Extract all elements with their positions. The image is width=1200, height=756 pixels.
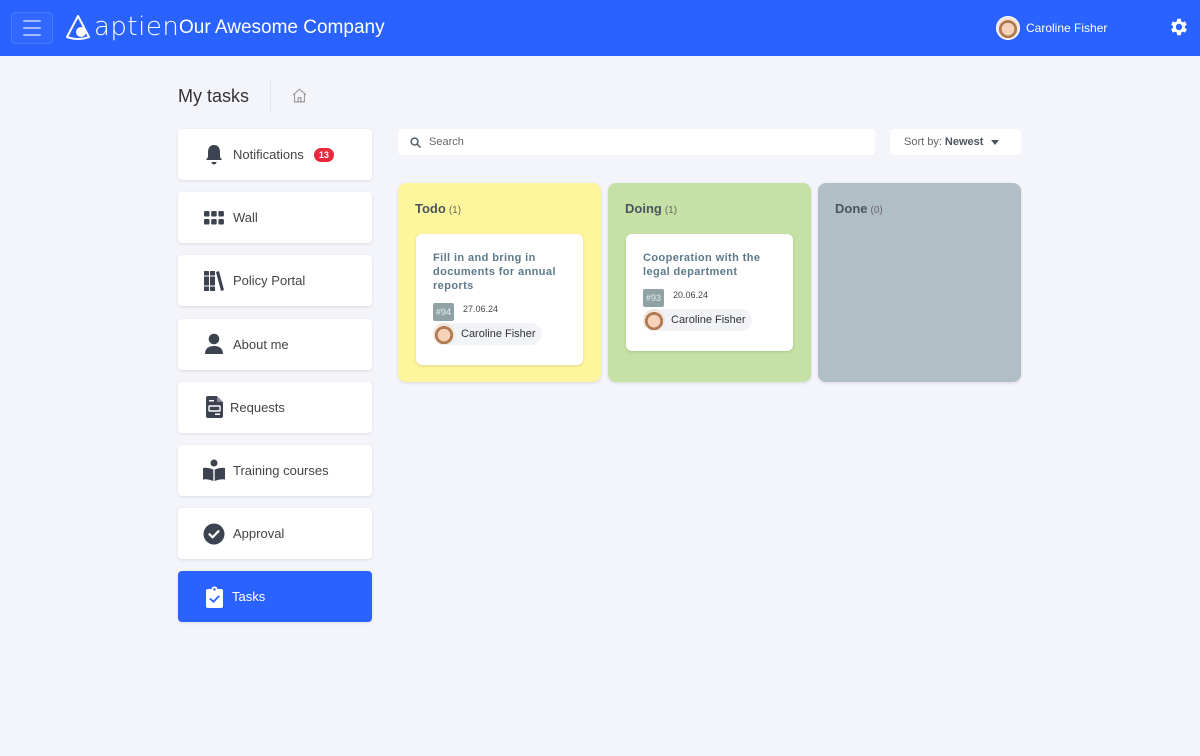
home-icon[interactable] bbox=[291, 87, 308, 104]
sidebar-item-about-me[interactable]: About me bbox=[178, 318, 372, 370]
company-name: Our Awesome Company bbox=[179, 17, 385, 38]
column-header: Todo (1) bbox=[415, 201, 461, 216]
logo-icon bbox=[66, 15, 90, 40]
column-header: Doing (1) bbox=[625, 201, 677, 216]
clipboard-check-icon bbox=[203, 586, 225, 608]
task-meta: #93 20.06.24 bbox=[643, 289, 776, 307]
assignee-avatar bbox=[643, 309, 665, 331]
column-count: (1) bbox=[664, 205, 678, 216]
menu-icon-line bbox=[23, 27, 41, 29]
menu-icon-line bbox=[23, 34, 41, 36]
sidebar-item-label: Approval bbox=[233, 526, 285, 542]
user-avatar bbox=[996, 16, 1020, 40]
column-title: Done bbox=[835, 201, 868, 216]
board-column-todo: Todo (1) Fill in and bring in documents f… bbox=[398, 183, 601, 382]
board-column-done: Done (0) bbox=[818, 183, 1021, 382]
reading-person-icon bbox=[203, 459, 225, 482]
task-id-badge: #93 bbox=[643, 289, 665, 307]
document-icon bbox=[203, 396, 225, 419]
sidebar-item-training-courses[interactable]: Training courses bbox=[178, 444, 372, 496]
gear-icon[interactable] bbox=[1168, 16, 1190, 38]
task-date: 27.06.24 bbox=[463, 304, 499, 314]
task-card[interactable]: Fill in and bring in documents for annua… bbox=[416, 234, 583, 365]
sidebar-item-label: Requests bbox=[230, 399, 285, 415]
top-bar: aptien Our Awesome Company Caroline Fish… bbox=[0, 0, 1200, 56]
sidebar-nav: Notifications 13 Wall Policy Portal Abou… bbox=[178, 129, 372, 635]
column-header: Done (0) bbox=[835, 201, 883, 216]
bell-icon bbox=[203, 144, 225, 166]
user-menu[interactable]: Caroline Fisher bbox=[996, 16, 1107, 40]
sidebar-item-label: Training courses bbox=[233, 462, 329, 478]
grid-icon bbox=[203, 207, 225, 229]
sidebar-item-label: Wall bbox=[233, 210, 258, 226]
assignee-avatar bbox=[433, 323, 455, 345]
board-column-doing: Doing (1) Cooperation with the legal depa… bbox=[608, 183, 811, 382]
hamburger-menu-button[interactable] bbox=[11, 12, 53, 44]
search-icon bbox=[410, 136, 421, 148]
assignee-name: Caroline Fisher bbox=[461, 328, 536, 340]
sidebar-item-label: Tasks bbox=[232, 589, 266, 605]
sidebar-item-notifications[interactable]: Notifications 13 bbox=[178, 129, 372, 180]
sidebar-item-label: Policy Portal bbox=[233, 273, 306, 289]
sidebar-item-approval[interactable]: Approval bbox=[178, 508, 372, 560]
task-title: Fill in and bring in documents for annua… bbox=[433, 252, 556, 292]
page-title: My tasks bbox=[178, 86, 250, 106]
logo[interactable]: aptien bbox=[64, 11, 179, 43]
task-id-badge: #94 bbox=[433, 303, 455, 321]
sidebar-item-policy-portal[interactable]: Policy Portal bbox=[178, 255, 372, 307]
column-title: Todo bbox=[415, 201, 446, 216]
logo-text: aptien bbox=[94, 12, 180, 42]
assignee-chip[interactable]: Caroline Fisher bbox=[643, 309, 752, 331]
search-box[interactable] bbox=[398, 129, 875, 155]
task-meta: #94 27.06.24 bbox=[433, 303, 566, 321]
notification-count-badge: 13 bbox=[313, 147, 334, 162]
sidebar-item-tasks[interactable]: Tasks bbox=[178, 571, 372, 623]
column-count: (1) bbox=[448, 205, 462, 216]
assignee-chip[interactable]: Caroline Fisher bbox=[433, 323, 542, 345]
caret-down-icon bbox=[991, 139, 1000, 145]
sort-dropdown[interactable]: Sort by: Newest bbox=[890, 129, 1021, 155]
books-icon bbox=[203, 270, 225, 292]
assignee-name: Caroline Fisher bbox=[671, 314, 746, 326]
user-icon bbox=[203, 333, 225, 355]
task-date: 20.06.24 bbox=[673, 290, 709, 300]
sidebar-item-wall[interactable]: Wall bbox=[178, 192, 372, 244]
search-input[interactable] bbox=[429, 136, 849, 148]
user-name: Caroline Fisher bbox=[1026, 21, 1108, 35]
sort-label: Sort by: bbox=[904, 136, 942, 148]
title-divider bbox=[270, 80, 271, 112]
sidebar-item-requests[interactable]: Requests bbox=[178, 381, 372, 433]
task-title: Cooperation with the legal department bbox=[643, 252, 761, 278]
column-count: (0) bbox=[870, 205, 883, 216]
task-card[interactable]: Cooperation with the legal department #9… bbox=[626, 234, 793, 351]
check-circle-icon bbox=[203, 523, 225, 545]
sort-value: Newest bbox=[944, 136, 984, 148]
sidebar-item-label: Notifications bbox=[233, 147, 304, 162]
sidebar-item-label: About me bbox=[233, 336, 289, 352]
menu-icon-line bbox=[23, 20, 41, 22]
column-title: Doing bbox=[625, 201, 662, 216]
